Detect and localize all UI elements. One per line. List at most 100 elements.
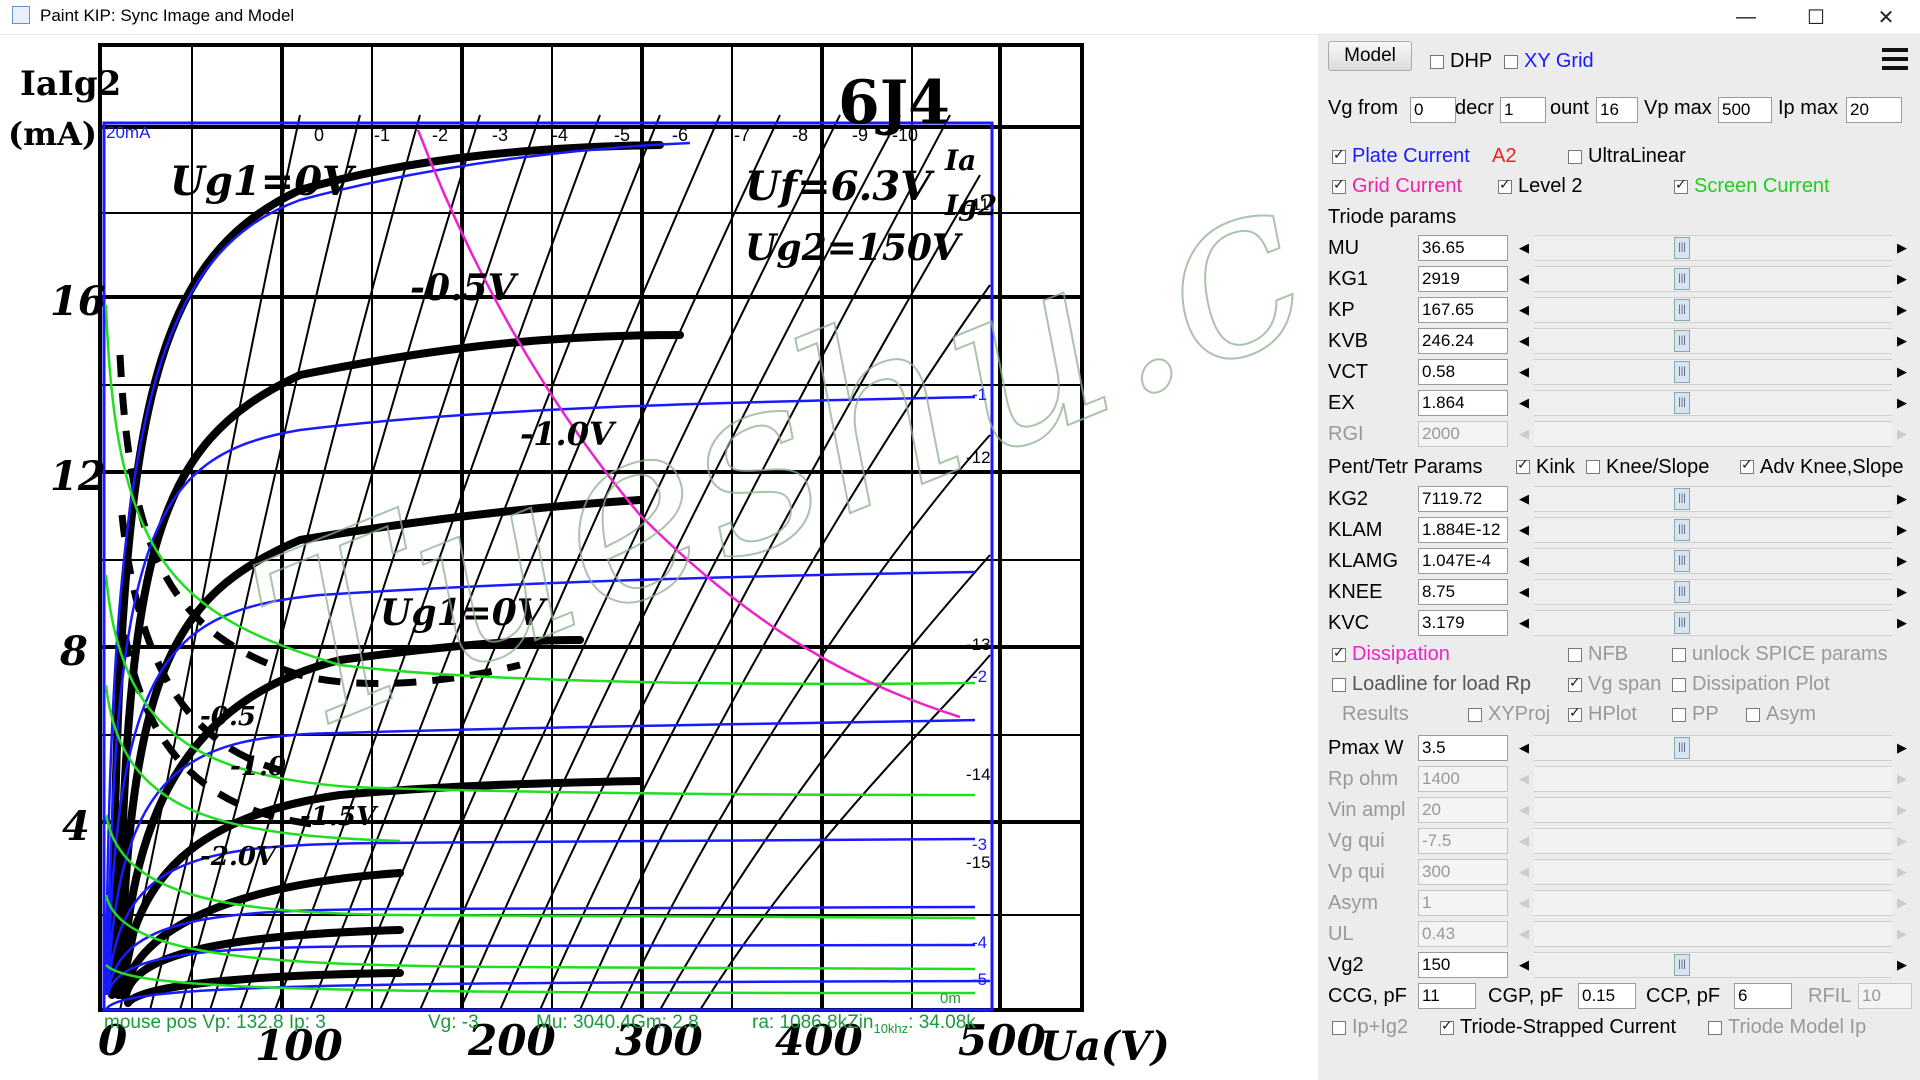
param-value-input[interactable]: 1.884E-12 [1418, 517, 1508, 543]
left-arrow-icon[interactable]: ◀ [1514, 486, 1534, 512]
right-arrow-icon[interactable]: ▶ [1892, 235, 1912, 261]
hplot-checkbox[interactable] [1568, 704, 1582, 722]
dissipation-checkbox[interactable] [1332, 644, 1346, 662]
param-slider[interactable]: ◀ ||| ▶ [1514, 328, 1912, 354]
right-arrow-icon[interactable]: ▶ [1892, 359, 1912, 385]
slider-thumb[interactable]: ||| [1674, 268, 1690, 290]
vp-max-input[interactable]: 500 [1718, 97, 1772, 123]
ccg-input[interactable]: 11 [1418, 983, 1476, 1009]
param-value-input[interactable]: 2919 [1418, 266, 1508, 292]
right-arrow-icon[interactable]: ▶ [1892, 517, 1912, 543]
param-value-input[interactable]: 3.5 [1418, 735, 1508, 761]
right-arrow-icon[interactable]: ▶ [1892, 735, 1912, 761]
left-arrow-icon[interactable]: ◀ [1514, 328, 1534, 354]
param-slider[interactable]: ◀ ||| ▶ [1514, 579, 1912, 605]
param-value-input[interactable]: 167.65 [1418, 297, 1508, 323]
slider-thumb[interactable]: ||| [1674, 519, 1690, 541]
param-value-input[interactable]: 0.58 [1418, 359, 1508, 385]
param-slider[interactable]: ◀ ||| ▶ [1514, 952, 1912, 978]
param-slider[interactable]: ◀ ||| ▶ [1514, 235, 1912, 261]
param-value-input[interactable]: 7119.72 [1418, 486, 1508, 512]
left-arrow-icon[interactable]: ◀ [1514, 359, 1534, 385]
xy-grid-checkbox[interactable] [1504, 55, 1518, 69]
vg-span-checkbox[interactable] [1568, 674, 1582, 692]
param-value-input[interactable]: 150 [1418, 952, 1508, 978]
left-arrow-icon[interactable]: ◀ [1514, 952, 1534, 978]
dissipation-plot-checkbox[interactable] [1672, 678, 1686, 692]
screen-current-checkbox[interactable] [1674, 176, 1688, 194]
left-arrow-icon[interactable]: ◀ [1514, 610, 1534, 636]
slider-thumb[interactable]: ||| [1674, 550, 1690, 572]
slider-thumb[interactable]: ||| [1674, 612, 1690, 634]
param-slider[interactable]: ◀ ||| ▶ [1514, 548, 1912, 574]
close-button[interactable]: ✕ [1858, 0, 1914, 34]
hamburger-menu-icon[interactable] [1878, 43, 1912, 77]
left-arrow-icon[interactable]: ◀ [1514, 297, 1534, 323]
param-slider[interactable]: ◀ ||| ▶ [1514, 359, 1912, 385]
right-arrow-icon[interactable]: ▶ [1892, 610, 1912, 636]
adv-knee-slope-checkbox[interactable] [1740, 456, 1754, 474]
param-value-input[interactable]: 246.24 [1418, 328, 1508, 354]
param-slider[interactable]: ◀ ||| ▶ [1514, 735, 1912, 761]
ccp-input[interactable]: 6 [1734, 983, 1792, 1009]
plate-current-checkbox[interactable] [1332, 146, 1346, 164]
right-arrow-icon[interactable]: ▶ [1892, 390, 1912, 416]
left-arrow-icon[interactable]: ◀ [1514, 579, 1534, 605]
minimize-button[interactable]: — [1718, 0, 1774, 34]
slider-thumb[interactable]: ||| [1674, 954, 1690, 976]
unlock-spice-checkbox[interactable] [1672, 648, 1686, 662]
slider-thumb[interactable]: ||| [1674, 392, 1690, 414]
left-arrow-icon[interactable]: ◀ [1514, 517, 1534, 543]
xyproj-checkbox[interactable] [1468, 708, 1482, 722]
param-slider[interactable]: ◀ ||| ▶ [1514, 610, 1912, 636]
right-arrow-icon[interactable]: ▶ [1892, 328, 1912, 354]
nfb-checkbox[interactable] [1568, 648, 1582, 662]
knee-slope-checkbox[interactable] [1586, 460, 1600, 474]
param-slider[interactable]: ◀ ||| ▶ [1514, 297, 1912, 323]
level2-checkbox[interactable] [1498, 176, 1512, 194]
dhp-checkbox[interactable] [1430, 55, 1444, 69]
param-value-input[interactable]: 8.75 [1418, 579, 1508, 605]
right-arrow-icon[interactable]: ▶ [1892, 486, 1912, 512]
slider-thumb[interactable]: ||| [1674, 737, 1690, 759]
right-arrow-icon[interactable]: ▶ [1892, 952, 1912, 978]
vg-from-input[interactable]: 0 [1410, 97, 1456, 123]
right-arrow-icon[interactable]: ▶ [1892, 548, 1912, 574]
slider-thumb[interactable]: ||| [1674, 581, 1690, 603]
param-slider[interactable]: ◀ ||| ▶ [1514, 517, 1912, 543]
decr-input[interactable]: 1 [1500, 97, 1546, 123]
slider-thumb[interactable]: ||| [1674, 237, 1690, 259]
cgp-input[interactable]: 0.15 [1578, 983, 1636, 1009]
param-slider[interactable]: ◀ ||| ▶ [1514, 266, 1912, 292]
slider-thumb[interactable]: ||| [1674, 330, 1690, 352]
param-value-input[interactable]: 1.864 [1418, 390, 1508, 416]
ip-ig2-checkbox[interactable] [1332, 1021, 1346, 1035]
right-arrow-icon[interactable]: ▶ [1892, 297, 1912, 323]
grid-current-checkbox[interactable] [1332, 176, 1346, 194]
asym-checkbox[interactable] [1746, 708, 1760, 722]
param-slider[interactable]: ◀ ||| ▶ [1514, 486, 1912, 512]
slider-thumb[interactable]: ||| [1674, 299, 1690, 321]
param-slider[interactable]: ◀ ||| ▶ [1514, 390, 1912, 416]
left-arrow-icon[interactable]: ◀ [1514, 266, 1534, 292]
param-value-input[interactable]: 3.179 [1418, 610, 1508, 636]
slider-thumb[interactable]: ||| [1674, 361, 1690, 383]
triode-model-ip-checkbox[interactable] [1708, 1021, 1722, 1035]
loadline-checkbox[interactable] [1332, 678, 1346, 692]
param-value-input[interactable]: 36.65 [1418, 235, 1508, 261]
image-canvas[interactable]: IaIg2 (mA) 16 12 8 4 0 100 200 300 400 5… [0, 35, 1318, 1080]
pp-checkbox[interactable] [1672, 708, 1686, 722]
triode-strapped-checkbox[interactable] [1440, 1017, 1454, 1035]
left-arrow-icon[interactable]: ◀ [1514, 735, 1534, 761]
model-button[interactable]: Model [1328, 41, 1412, 71]
right-arrow-icon[interactable]: ▶ [1892, 579, 1912, 605]
left-arrow-icon[interactable]: ◀ [1514, 548, 1534, 574]
maximize-button[interactable]: ☐ [1788, 0, 1844, 34]
kink-checkbox[interactable] [1516, 456, 1530, 474]
ultralinear-checkbox[interactable] [1568, 150, 1582, 164]
slider-thumb[interactable]: ||| [1674, 488, 1690, 510]
left-arrow-icon[interactable]: ◀ [1514, 235, 1534, 261]
param-value-input[interactable]: 1.047E-4 [1418, 548, 1508, 574]
ip-max-input[interactable]: 20 [1846, 97, 1902, 123]
left-arrow-icon[interactable]: ◀ [1514, 390, 1534, 416]
